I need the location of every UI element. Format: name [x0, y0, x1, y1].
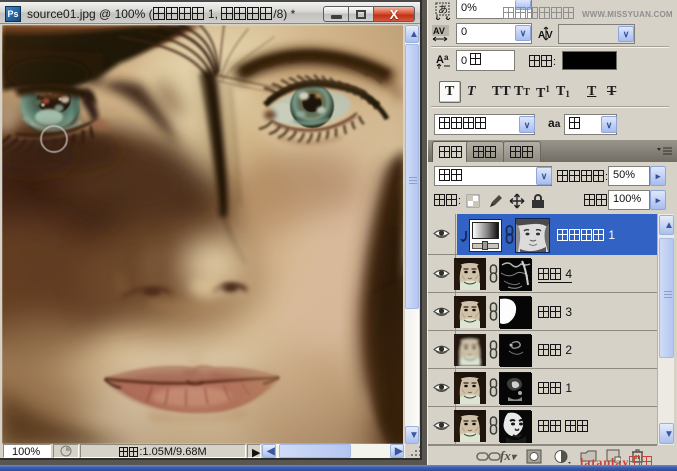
svg-text:A: A [538, 30, 545, 41]
svg-text:a: a [444, 53, 449, 62]
svg-text:AV: AV [433, 26, 445, 36]
svg-text:あ: あ [438, 4, 448, 16]
svg-text:A: A [436, 54, 444, 66]
